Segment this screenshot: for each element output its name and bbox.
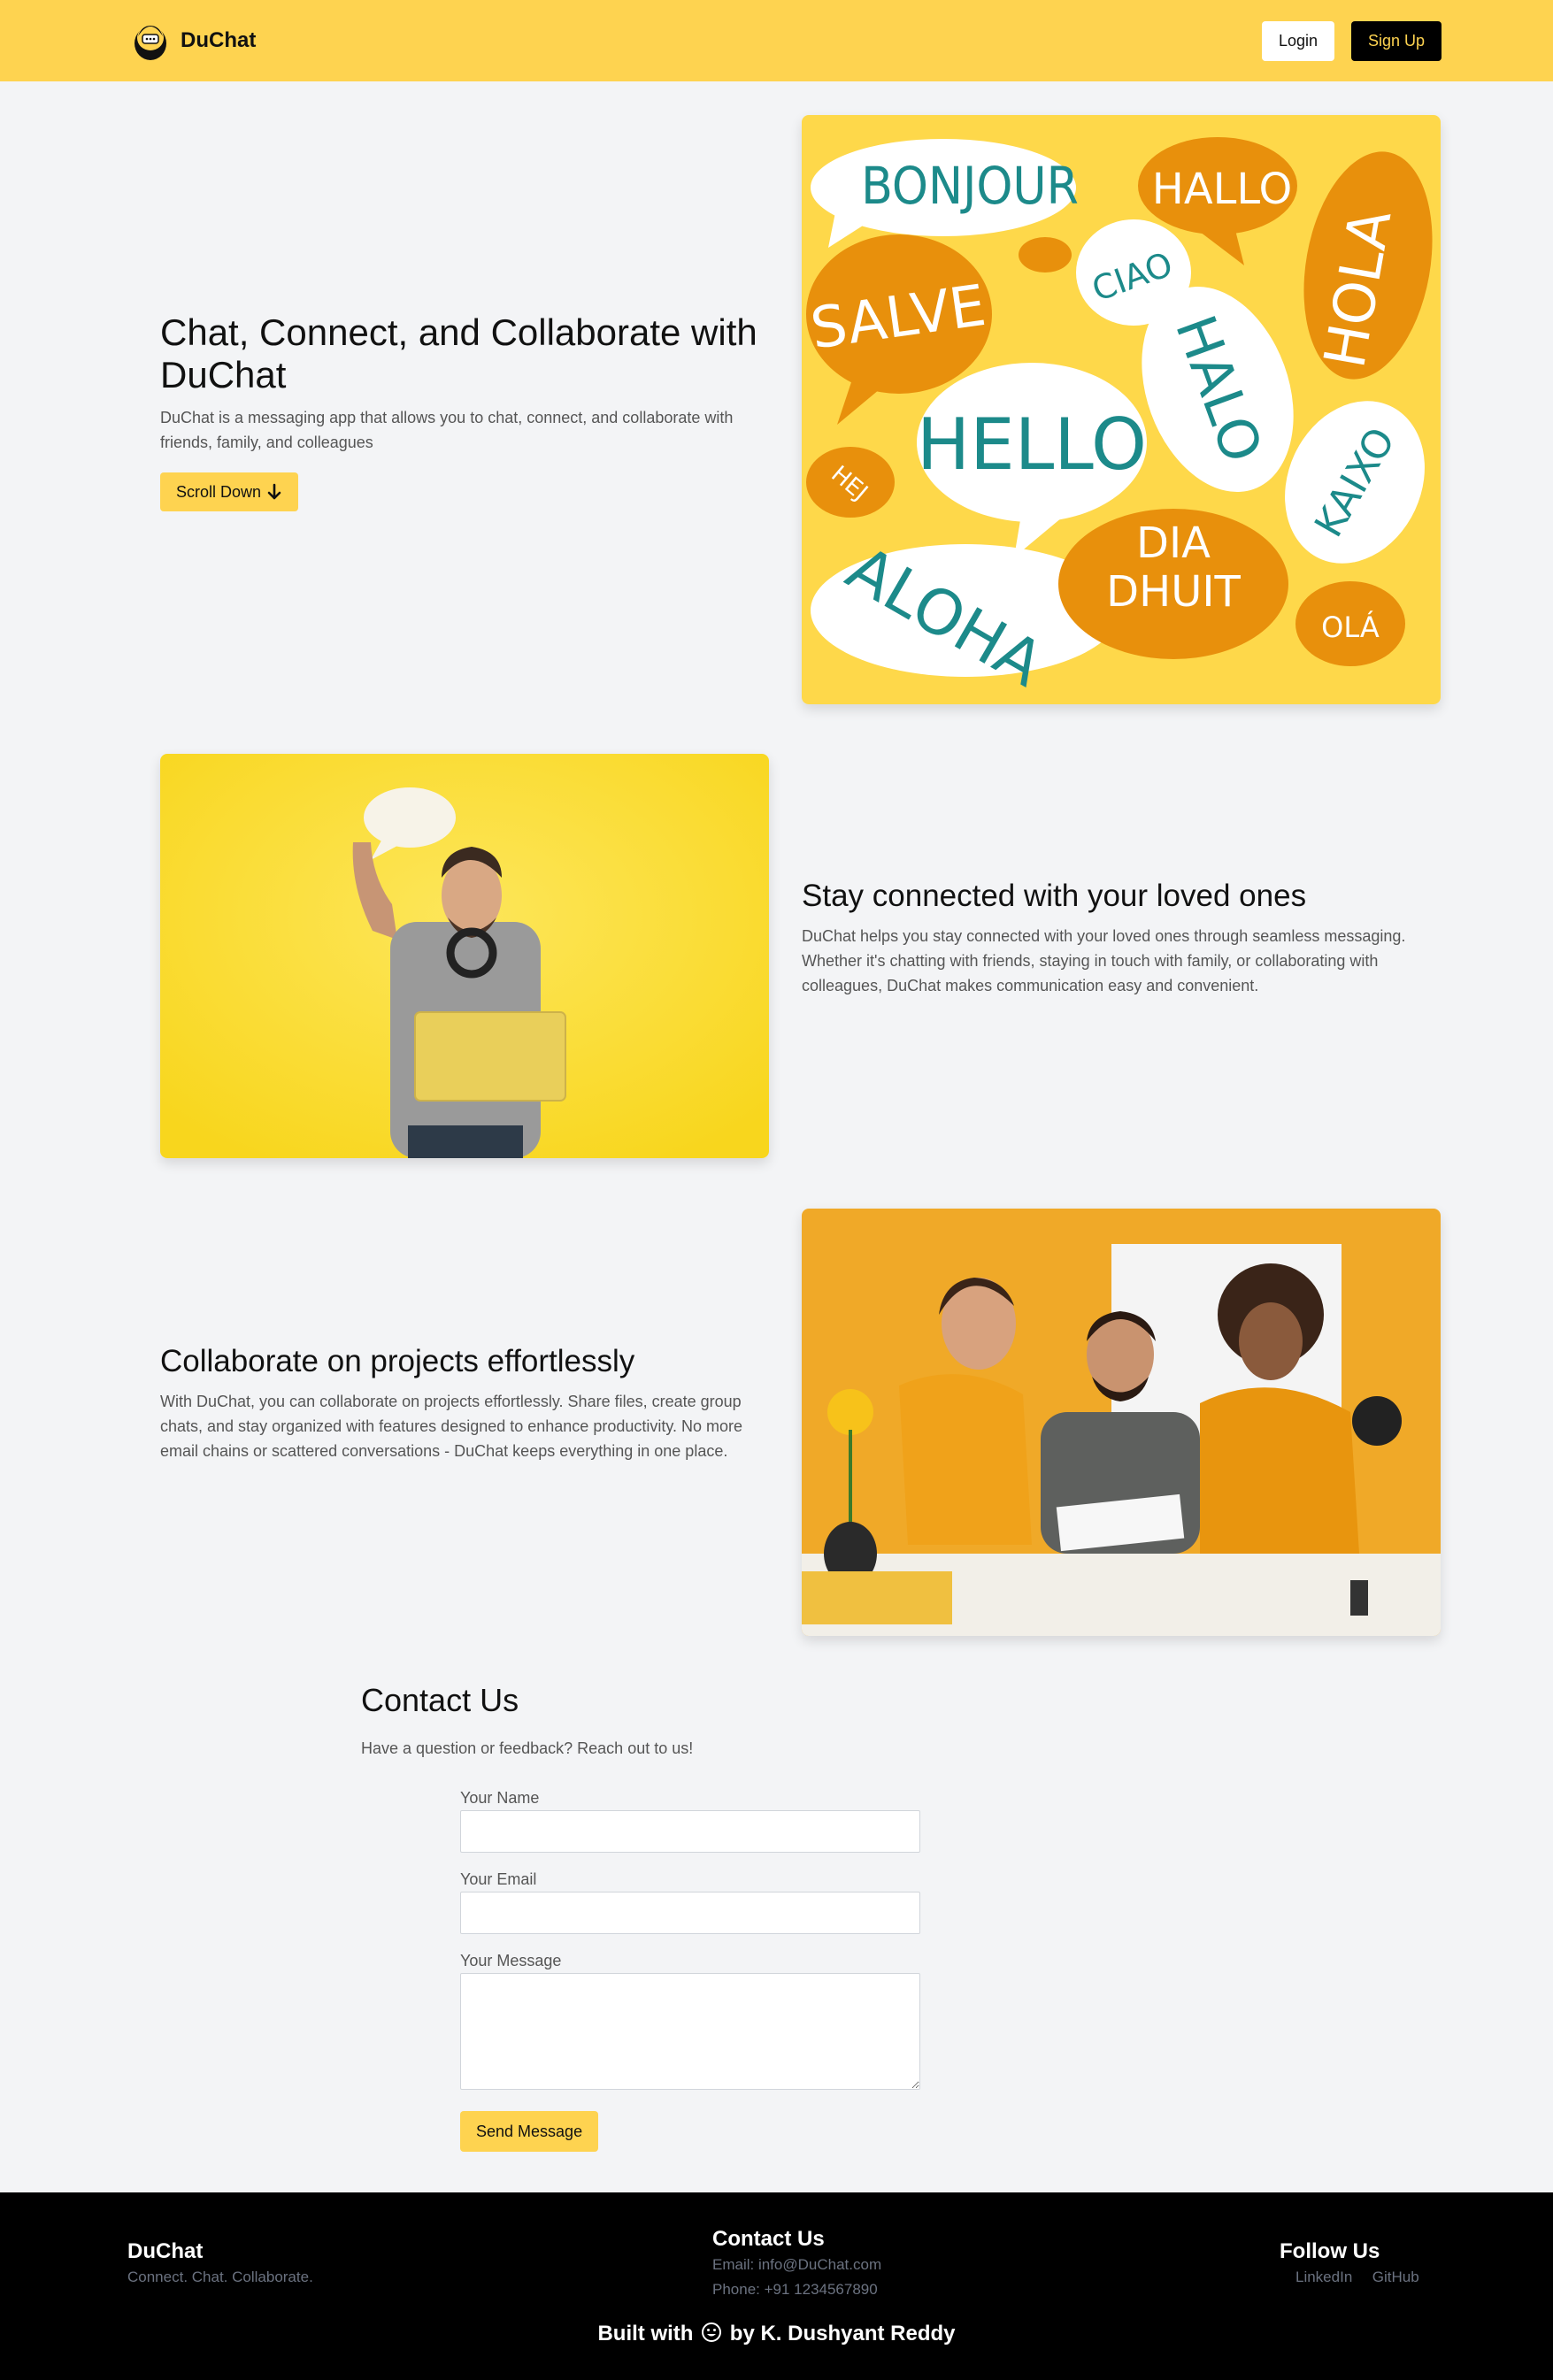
contact-subtitle: Have a question or feedback? Reach out t… — [361, 1739, 694, 1757]
connect-section: Stay connected with your loved ones DuCh… — [802, 878, 1439, 998]
connect-description: DuChat helps you stay connected with you… — [802, 927, 1406, 994]
footer-email: Email: info@DuChat.com — [712, 2256, 882, 2273]
email-label: Your Email — [460, 1870, 537, 1888]
bubble-word: DHUIT — [1106, 567, 1241, 617]
smile-face-icon — [702, 2322, 722, 2342]
built-prefix: Built with — [597, 2322, 694, 2345]
footer: DuChat Connect. Chat. Collaborate. Conta… — [0, 2192, 1553, 2380]
contact-section: Contact Us Have a question or feedback? … — [361, 1681, 1157, 1758]
message-field[interactable] — [460, 1973, 920, 2090]
email-field[interactable] — [460, 1892, 920, 1934]
scroll-down-label: Scroll Down — [176, 482, 262, 501]
footer-phone: Phone: +91 1234567890 — [712, 2281, 878, 2298]
built-suffix: by K. Dushyant Reddy — [729, 2322, 956, 2345]
footer-follow-title: Follow Us — [1280, 2239, 1380, 2263]
hero-title: Chat, Connect, and Collaborate with DuCh… — [160, 311, 757, 395]
collaborate-title: Collaborate on projects effortlessly — [160, 1344, 635, 1378]
signup-button[interactable]: Sign Up — [1351, 21, 1442, 61]
photo-illustration — [802, 1209, 1441, 1636]
bubble-word: HALLO — [1152, 165, 1292, 214]
man-with-laptop-photo — [160, 754, 769, 1158]
name-field[interactable] — [460, 1810, 920, 1853]
contact-title: Contact Us — [361, 1682, 519, 1718]
bubble-word: DIA — [1136, 518, 1211, 568]
footer-follow: Follow Us LinkedIn GitHub — [1280, 2238, 1419, 2291]
footer-contact: Contact Us Email: info@DuChat.com Phone:… — [712, 2226, 881, 2302]
footer-tagline: Connect. Chat. Collaborate. — [127, 2269, 313, 2285]
footer-brand-name: DuChat — [127, 2239, 204, 2263]
collaborate-description: With DuChat, you can collaborate on proj… — [160, 1393, 743, 1460]
hero-section: Chat, Connect, and Collaborate with DuCh… — [160, 311, 780, 511]
contact-form: Your Name Your Email Your Message Send M… — [460, 1787, 920, 2152]
bubble-word: BONJOUR — [861, 156, 1079, 216]
top-navbar: DuChat Login Sign Up — [0, 0, 1553, 81]
photo-illustration — [160, 754, 769, 1158]
collaborate-section: Collaborate on projects effortlessly Wit… — [160, 1343, 780, 1463]
brand[interactable]: DuChat — [133, 20, 256, 61]
built-by: Built with by K. Dushyant Reddy — [0, 2322, 1553, 2346]
name-label: Your Name — [460, 1789, 540, 1807]
scroll-down-button[interactable]: Scroll Down — [160, 472, 299, 511]
footer-brand: DuChat Connect. Chat. Collaborate. — [127, 2238, 313, 2290]
hero-description: DuChat is a messaging app that allows yo… — [160, 409, 734, 451]
chat-face-logo-icon — [135, 26, 166, 60]
bubble-word: HELLO — [917, 403, 1147, 486]
team-collaboration-photo — [802, 1209, 1441, 1636]
send-message-button[interactable]: Send Message — [460, 2111, 599, 2152]
arrow-down-icon — [267, 483, 281, 500]
message-label: Your Message — [460, 1952, 562, 1969]
brand-name: DuChat — [181, 28, 257, 52]
linkedin-link[interactable]: LinkedIn — [1295, 2269, 1352, 2285]
github-link[interactable]: GitHub — [1372, 2269, 1419, 2285]
footer-contact-title: Contact Us — [712, 2227, 825, 2251]
hello-languages-illustration: BONJOUR HALLO SALVE CIAO HOLA HALO HELLO… — [802, 115, 1441, 704]
login-button[interactable]: Login — [1262, 21, 1334, 61]
bubble-word: OLÁ — [1321, 610, 1380, 644]
connect-title: Stay connected with your loved ones — [802, 879, 1307, 913]
speech-bubbles-graphic: BONJOUR HALLO SALVE CIAO HOLA HALO HELLO… — [802, 115, 1441, 704]
